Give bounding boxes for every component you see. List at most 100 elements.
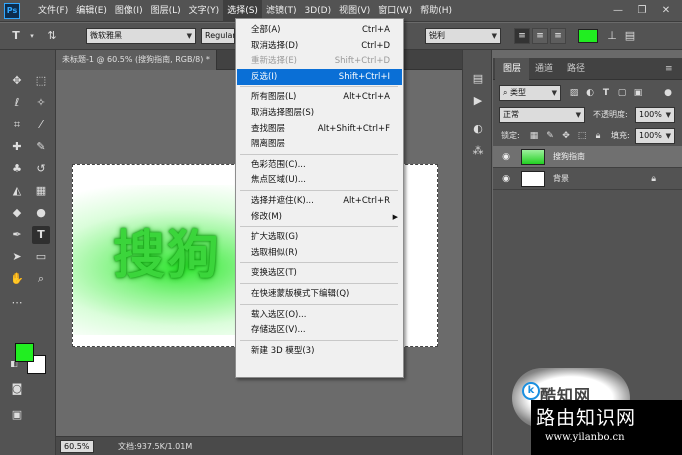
history-panel-icon[interactable]: ▤ [469,70,487,88]
blend-mode-value: 正常 [503,110,519,119]
filter-adjustment-icon[interactable]: ◐ [583,86,597,100]
select-menu-item[interactable]: 所有图层(L) Alt+Ctrl+A [237,89,402,105]
character-panel-icon[interactable]: ▤ [622,28,638,44]
eye-icon[interactable]: ◉ [499,172,513,186]
lock-pixels-icon[interactable]: ✎ [543,129,557,143]
brush-tool-icon[interactable]: ✎ [32,138,50,156]
select-menu-item[interactable]: 新建 3D 模型(3) [237,343,402,359]
menu-item[interactable]: 图像(I) [111,0,147,22]
type-tool-icon[interactable]: T [32,226,50,244]
menu-separator [240,283,398,284]
healing-brush-tool-icon[interactable]: ✚ [8,138,26,156]
zoom-tool-icon[interactable]: ⌕ [32,270,50,288]
select-menu-item[interactable]: 存储选区(V)... [237,322,402,338]
minimize-icon[interactable]: — [606,0,630,22]
lock-position-icon[interactable]: ✥ [559,129,573,143]
tab-channels[interactable]: 通道 [527,58,561,80]
opacity-field[interactable]: 100% ▼ [635,107,675,123]
foreground-color-swatch[interactable] [15,343,34,362]
gradient-tool-icon[interactable]: ▦ [32,182,50,200]
menu-item[interactable]: 编辑(E) [72,0,111,22]
filter-pixel-icon[interactable]: ▨ [567,86,581,100]
select-menu-item[interactable]: 查找图层 Alt+Shift+Ctrl+F [237,121,402,137]
filter-smart-object-icon[interactable]: ▣ [631,86,645,100]
select-menu-item[interactable]: 重新选择(E) Shift+Ctrl+D [237,53,402,69]
select-menu-item[interactable]: 载入选区(O)... [237,307,402,323]
filter-kind-select[interactable]: ⌕ 类型 ▼ [499,85,561,101]
rectangle-tool-icon[interactable]: ▭ [32,248,50,266]
blend-mode-select[interactable]: 正常 ▼ [499,107,585,123]
select-menu-item[interactable]: 反选(I) Shift+Ctrl+I [237,68,402,85]
align-center-button[interactable]: ≡ [532,28,548,44]
select-menu-item[interactable]: 色彩范围(C)... [237,157,402,173]
menu-item[interactable]: 文字(Y) [185,0,224,22]
eye-icon[interactable]: ◉ [499,150,513,164]
select-menu-item[interactable]: 隔离图层 [237,136,402,152]
restore-icon[interactable]: ❐ [630,0,654,22]
blur-tool-icon[interactable]: ◆ [8,204,26,222]
marquee-tool-icon[interactable]: ⬚ [32,72,50,90]
tab-paths[interactable]: 路径 [559,58,593,80]
eraser-tool-icon[interactable]: ◭ [8,182,26,200]
properties-panel-icon[interactable]: ◐ [469,120,487,138]
pen-tool-icon[interactable]: ✒ [8,226,26,244]
text-color-swatch[interactable] [578,29,598,43]
lock-transparent-icon[interactable]: ▦ [527,129,541,143]
select-menu-item[interactable]: 变换选区(T) [237,265,402,281]
select-menu-item[interactable]: 全部(A) Ctrl+A [237,22,402,38]
filter-shape-icon[interactable]: ▢ [615,86,629,100]
close-icon[interactable]: ✕ [654,0,678,22]
crop-tool-icon[interactable]: ⌗ [8,116,26,134]
align-left-button[interactable]: ≡ [514,28,530,44]
zoom-level-field[interactable]: 60.5% [60,440,94,453]
select-menu-item[interactable]: 选择并遮住(K)... Alt+Ctrl+R [237,193,402,209]
antialias-select[interactable]: 锐利 ▼ [425,28,501,44]
menu-item[interactable]: 图层(L) [147,0,185,22]
menu-item[interactable]: 文件(F) [34,0,72,22]
more-tools-icon[interactable]: ⋯ [8,294,26,312]
eyedropper-tool-icon[interactable]: ⁄ [32,116,50,134]
submenu-arrow-icon: ▶ [392,212,398,221]
fill-field[interactable]: 100% ▼ [635,128,675,144]
panel-menu-icon[interactable]: ≡ [661,58,677,80]
menu-item-label: 变换选区(T) [251,268,297,279]
dodge-tool-icon[interactable]: ● [32,204,50,222]
lasso-tool-icon[interactable]: ℓ [8,94,26,112]
chevron-down-icon[interactable]: ▾ [24,28,40,44]
menu-item-label: 全部(A) [251,25,281,35]
tab-layers[interactable]: 图层 [495,58,530,80]
document-tab[interactable]: 未标题-1 @ 60.5% (搜狗指南, RGB/8) * [56,50,217,70]
select-menu-item[interactable]: 选取相似(R) [237,245,402,261]
filter-toggle-icon[interactable]: ● [661,86,675,100]
brushes-panel-icon[interactable]: ⁂ [469,142,487,160]
select-menu-item[interactable]: 扩大选取(G) [237,229,402,245]
select-menu-item[interactable]: 取消选择图层(S) [237,105,402,121]
font-family-select[interactable]: 微软雅黑 ▼ [86,28,196,44]
select-menu-item[interactable]: 修改(M) ▶ [237,209,402,225]
toggle-orientation-icon[interactable]: ⇅ [44,28,60,44]
select-menu-item[interactable]: 取消选择(D) Ctrl+D [237,38,402,54]
document-size-info[interactable]: 文档:937.5K/1.01M [118,440,192,453]
menu-item[interactable]: 帮助(H) [416,0,456,22]
layer-row[interactable]: ◉ 搜狗指南 [493,146,682,168]
quick-mask-icon[interactable]: ◙ [8,380,26,398]
lock-artboard-icon[interactable]: ⬚ [575,129,589,143]
search-icon: ⌕ [503,88,511,97]
history-brush-tool-icon[interactable]: ↺ [32,160,50,178]
screen-mode-icon[interactable]: ▣ [8,406,26,424]
align-right-button[interactable]: ≡ [550,28,566,44]
magic-wand-tool-icon[interactable]: ✧ [32,94,50,112]
clone-stamp-tool-icon[interactable]: ♣ [8,160,26,178]
filter-type-icon[interactable]: T [599,86,613,100]
select-menu-item[interactable]: 在快速蒙版模式下编辑(Q) [237,286,402,302]
path-selection-tool-icon[interactable]: ➤ [8,248,26,266]
font-style-select[interactable]: Regular [201,28,235,44]
hand-tool-icon[interactable]: ✋ [8,270,26,288]
actions-panel-icon[interactable]: ▶ [469,92,487,110]
type-tool-icon[interactable]: T [8,28,24,44]
lock-all-icon[interactable]: 🔒︎ [591,129,605,143]
move-tool-icon[interactable]: ✥ [8,72,26,90]
warp-text-icon[interactable]: ⊥ [604,28,620,44]
layer-row[interactable]: ◉ 背景 🔒︎ [493,168,682,190]
select-menu-item[interactable]: 焦点区域(U)... [237,172,402,188]
